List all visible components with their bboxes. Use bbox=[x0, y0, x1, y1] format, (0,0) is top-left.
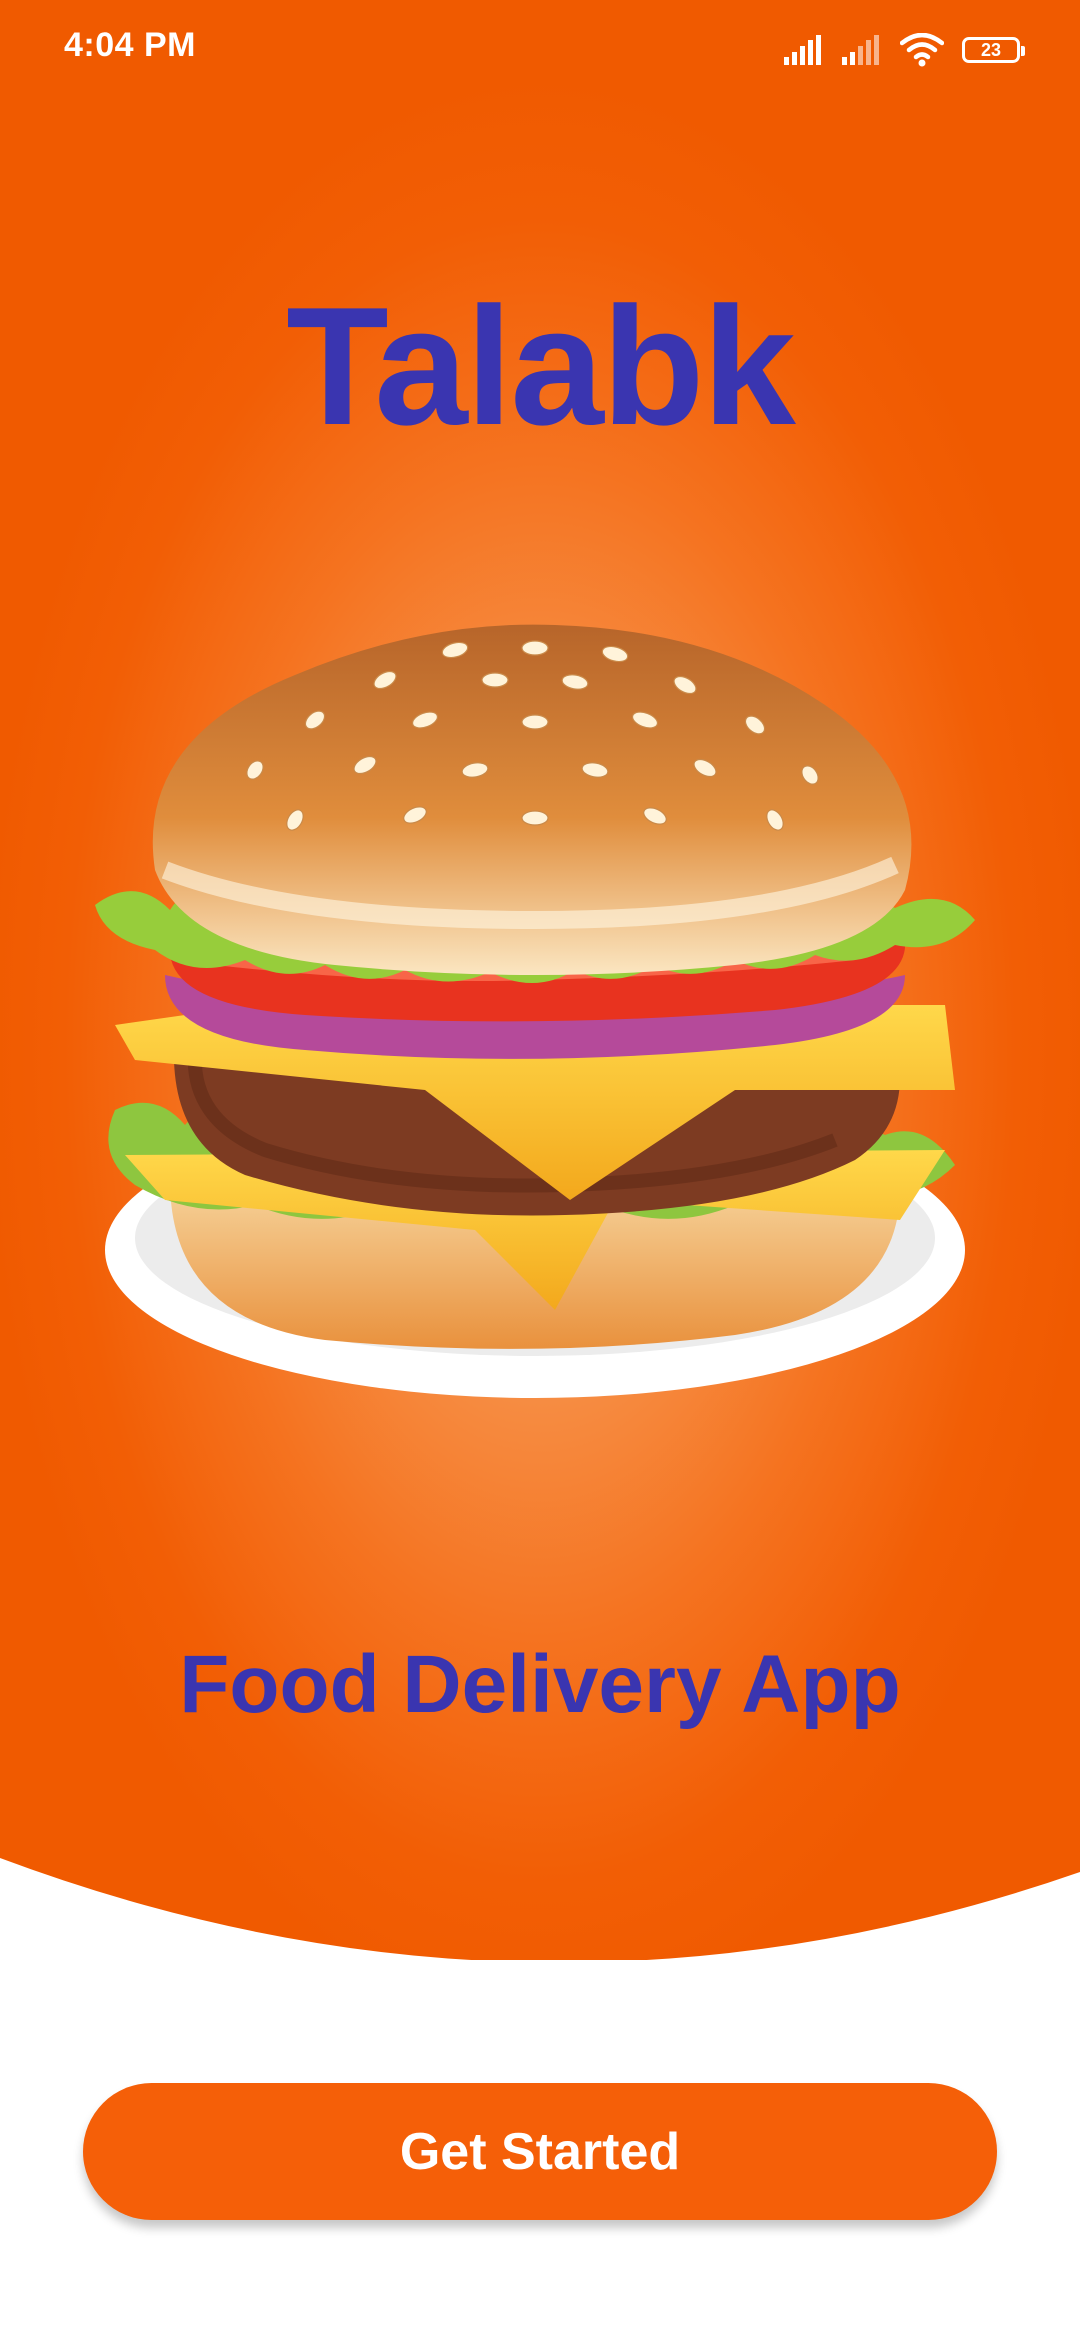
burger-illustration bbox=[95, 624, 975, 1398]
status-bar: 4:04 PM 23 bbox=[0, 0, 1080, 95]
battery-icon: 23 bbox=[962, 37, 1025, 63]
status-icons: 23 bbox=[784, 28, 1025, 72]
get-started-button[interactable]: Get Started bbox=[83, 2083, 997, 2220]
app-title: Talabk bbox=[286, 272, 796, 460]
status-time: 4:04 PM bbox=[64, 26, 196, 64]
signal-icon bbox=[842, 35, 879, 65]
wifi-icon bbox=[900, 33, 944, 67]
signal-icon bbox=[784, 35, 821, 65]
battery-level: 23 bbox=[980, 39, 1002, 60]
app-tagline: Food Delivery App bbox=[179, 1639, 901, 1730]
